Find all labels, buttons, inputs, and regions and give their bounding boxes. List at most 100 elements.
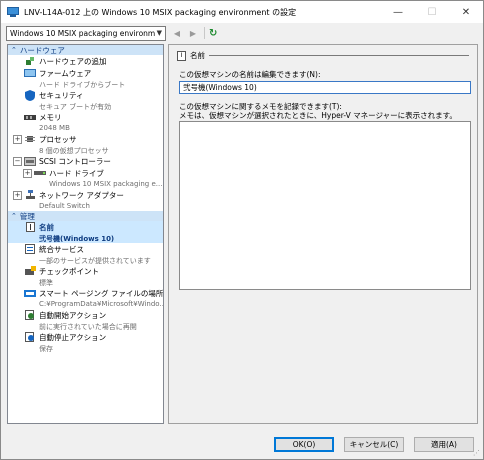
hardware-item-label: セキュリティ: [39, 91, 84, 100]
management-item-value: 一部のサービスが提供されています: [39, 257, 151, 265]
notes-hint: メモは、仮想マシンが選択されたときに、Hyper-V マネージャーに表示されます…: [179, 111, 457, 120]
hardware-item-value: 8 個の仮想プロセッサ: [39, 147, 109, 155]
details-pane: I 名前 この仮想マシンの名前は編集できます(N): 弐号機(Windows 1…: [168, 44, 478, 424]
window-title: LNV-L14A-012 上の Windows 10 MSIX packagin…: [24, 7, 297, 17]
settings-tree: ⌃ ハードウェア ハードウェアの追加 ファームウェアハード ドライブからブート セキ…: [7, 44, 164, 424]
hardware-item-value: Default Switch: [39, 202, 90, 210]
auto-start-icon: [24, 310, 36, 320]
smart-paging-icon: [24, 288, 36, 298]
notes-textarea[interactable]: [179, 121, 471, 290]
firmware-icon: [24, 68, 36, 78]
name-icon: I: [177, 50, 186, 61]
hardware-item-label: ネットワーク アダプター: [39, 191, 124, 200]
add-hardware-icon: [24, 56, 36, 66]
management-item-value: 保存: [39, 345, 53, 353]
management-item[interactable]: 名前弐号機(Windows 10): [8, 221, 163, 243]
hardware-item[interactable]: − SCSI コントローラー: [8, 155, 163, 167]
hardware-item-value: Windows 10 MSIX packaging e...: [49, 180, 163, 188]
close-button[interactable]: ✕: [449, 1, 483, 23]
name-field-label: この仮想マシンの名前は編集できます(N):: [179, 70, 321, 79]
cancel-button[interactable]: キャンセル(C): [344, 437, 404, 452]
expand-icon[interactable]: +: [13, 191, 22, 200]
hardware-item-label: ハードウェアの追加: [39, 57, 107, 66]
management-item-value: C:¥ProgramData¥Microsoft¥Windo...: [39, 300, 163, 308]
management-item-label: 自動停止アクション: [39, 333, 107, 342]
divider: [209, 55, 469, 56]
dialog-buttons: OK(O) キャンセル(C) 適用(A) ⋰: [1, 429, 483, 459]
integration-services-icon: [24, 244, 36, 254]
management-item-value: 前に実行されていた場合に再開: [39, 323, 137, 331]
hardware-item[interactable]: + プロセッサ 8 個の仮想プロセッサ: [8, 133, 163, 155]
collapse-icon: ⌃: [11, 212, 17, 220]
hardware-item-value: セキュア ブートが有効: [39, 103, 112, 111]
auto-stop-icon: [24, 332, 36, 342]
management-item-label: 自動開始アクション: [39, 311, 107, 320]
management-item-label: チェックポイント: [39, 267, 99, 276]
collapse-tree-icon[interactable]: −: [13, 157, 22, 166]
management-item-label: 名前: [39, 223, 54, 232]
network-adapter-icon: [24, 190, 36, 200]
scsi-controller-icon: [24, 156, 36, 166]
forward-arrow-icon[interactable]: ▶: [186, 26, 200, 40]
management-item[interactable]: 自動停止アクション 保存: [8, 331, 163, 353]
hardware-item[interactable]: ファームウェアハード ドライブからブート: [8, 67, 163, 89]
hardware-item[interactable]: メモリ 2048 MB: [8, 111, 163, 133]
expand-icon[interactable]: +: [13, 135, 22, 144]
hyperv-app-icon: [7, 6, 19, 18]
settings-window: LNV-L14A-012 上の Windows 10 MSIX packagin…: [0, 0, 484, 460]
collapse-icon: ⌃: [11, 46, 17, 54]
memory-icon: [24, 112, 36, 122]
hard-drive-icon: [34, 168, 46, 178]
hardware-item-label: ファームウェア: [39, 69, 92, 78]
resize-grip-icon[interactable]: ⋰: [473, 449, 481, 457]
apply-button[interactable]: 適用(A): [414, 437, 474, 452]
vm-selector-value: Windows 10 MSIX packaging environm: [10, 28, 156, 38]
hardware-section-header[interactable]: ⌃ ハードウェア: [8, 45, 163, 55]
toolbar-separator: [204, 27, 205, 39]
security-shield-icon: [24, 89, 36, 101]
ok-button[interactable]: OK(O): [274, 437, 334, 452]
minimize-button[interactable]: —: [381, 1, 415, 23]
hardware-item[interactable]: セキュリティセキュア ブートが有効: [8, 89, 163, 111]
hardware-item-label: メモリ: [39, 113, 62, 122]
chevron-down-icon: ▼: [156, 29, 162, 37]
management-section-header[interactable]: ⌃ 管理: [8, 211, 163, 221]
management-item[interactable]: 統合サービス一部のサービスが提供されています: [8, 243, 163, 265]
hardware-item[interactable]: ハードウェアの追加: [8, 55, 163, 67]
hardware-item-label: SCSI コントローラー: [39, 157, 111, 166]
hardware-item-value: ハード ドライブからブート: [39, 81, 126, 89]
vm-name-input[interactable]: 弐号機(Windows 10): [179, 81, 471, 94]
section-header: I 名前: [177, 50, 469, 61]
refresh-icon[interactable]: ↻: [209, 28, 217, 39]
management-item-label: スマート ページング ファイルの場所: [39, 289, 163, 298]
processor-icon: [24, 134, 36, 144]
hardware-item-label: ハード ドライブ: [49, 169, 104, 178]
hardware-item[interactable]: + ネットワーク アダプター Default Switch: [8, 189, 163, 211]
management-item[interactable]: 自動開始アクション前に実行されていた場合に再開: [8, 309, 163, 331]
vm-selector-dropdown[interactable]: Windows 10 MSIX packaging environm ▼: [6, 25, 166, 41]
maximize-button[interactable]: ☐: [415, 1, 449, 23]
expand-icon[interactable]: +: [23, 169, 32, 178]
hardware-item-value: 2048 MB: [39, 124, 70, 132]
management-item[interactable]: チェックポイント 標準: [8, 265, 163, 287]
section-title: 名前: [190, 51, 205, 60]
management-item[interactable]: スマート ページング ファイルの場所 C:¥ProgramData¥Microso…: [8, 287, 163, 309]
management-item-value: 標準: [39, 279, 53, 287]
management-item-label: 統合サービス: [39, 245, 84, 254]
hardware-item[interactable]: + ハード ドライブ Windows 10 MSIX packaging e...: [8, 167, 163, 189]
back-arrow-icon[interactable]: ◀: [170, 26, 184, 40]
toolbar: Windows 10 MSIX packaging environm ▼ ◀ ▶…: [1, 23, 483, 43]
checkpoint-icon: [24, 266, 36, 276]
title-bar: LNV-L14A-012 上の Windows 10 MSIX packagin…: [1, 1, 483, 23]
management-item-value: 弐号機(Windows 10): [39, 235, 115, 243]
hardware-item-label: プロセッサ: [39, 135, 77, 144]
